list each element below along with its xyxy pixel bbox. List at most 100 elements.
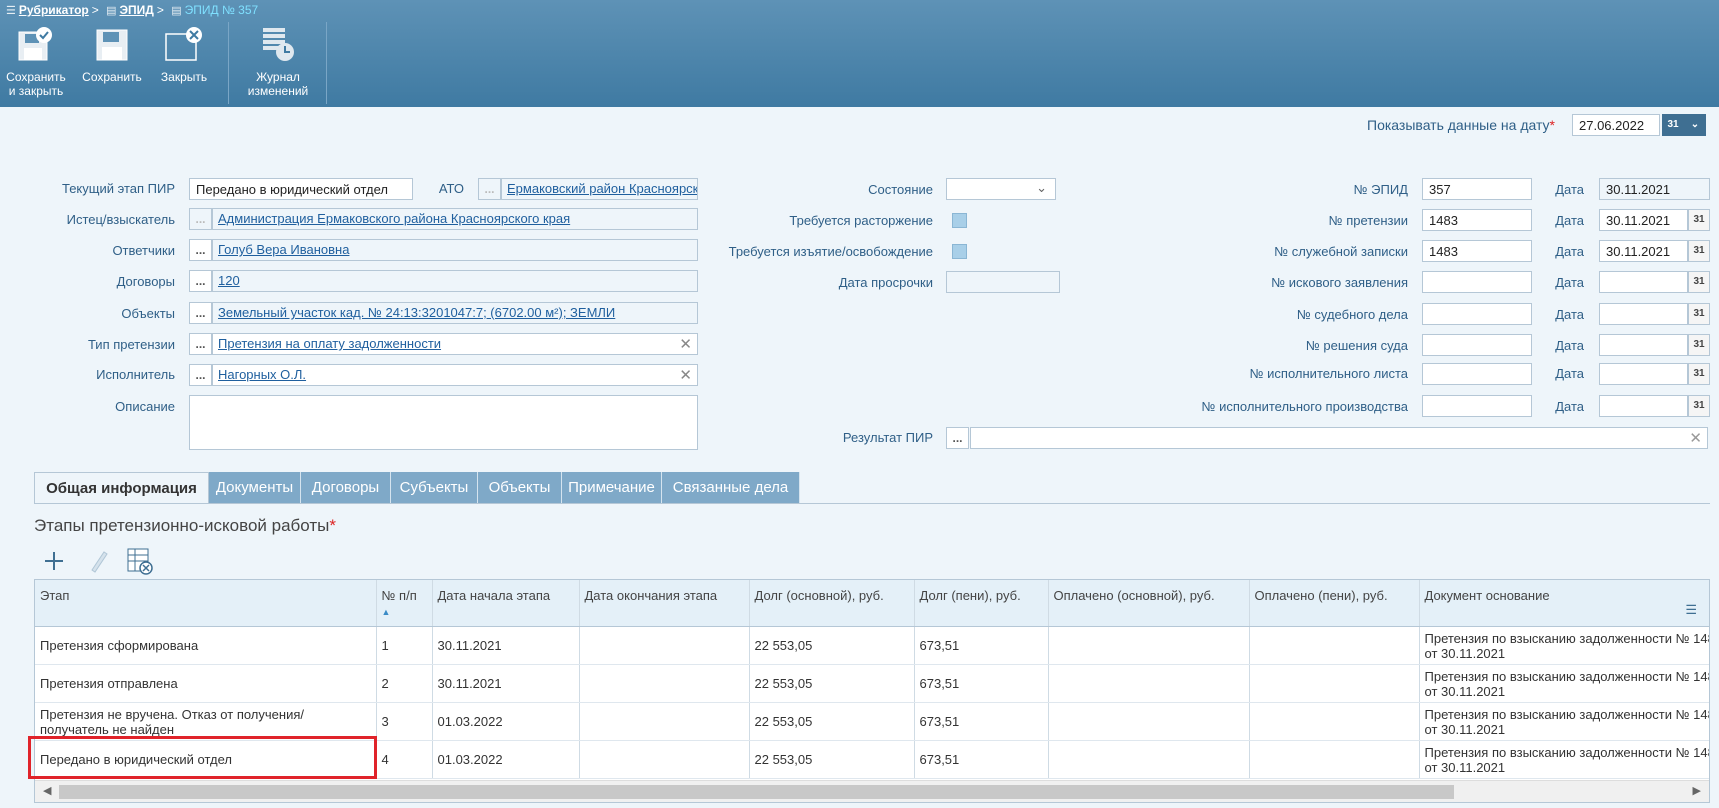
scroll-left-icon[interactable]: ◀: [43, 784, 51, 797]
plaintiff-field[interactable]: Администрация Ермаковского района Красно…: [212, 208, 698, 230]
decision-date-label: Дата: [1555, 338, 1584, 353]
cell-start-date: 01.03.2022: [432, 740, 580, 779]
seizure-label: Требуется изъятие/освобождение: [728, 244, 933, 259]
chevron-down-icon[interactable]: ⌄: [1684, 114, 1706, 136]
termination-checkbox[interactable]: [952, 213, 967, 228]
result-picker-button[interactable]: ...: [946, 427, 969, 449]
tab-contracts[interactable]: Договоры: [301, 472, 391, 504]
executor-field[interactable]: Нагорных О.Л. ✕: [212, 364, 698, 386]
calendar-icon[interactable]: 31: [1688, 271, 1710, 293]
cell-paid-penalty: [1249, 626, 1420, 665]
breadcrumb-rubricator[interactable]: Рубрикатор: [19, 3, 89, 17]
column-header-stage[interactable]: Этап: [35, 580, 377, 627]
cell-paid-penalty: [1249, 740, 1420, 779]
lawsuit-date-field[interactable]: [1599, 271, 1688, 293]
claim-type-picker-button[interactable]: ...: [189, 333, 212, 355]
executor-picker-button[interactable]: ...: [189, 364, 212, 386]
claim-type-label: Тип претензии: [87, 337, 175, 352]
memo-date-label: Дата: [1555, 244, 1584, 259]
proceeding-number-field[interactable]: [1422, 395, 1532, 417]
decision-number-field[interactable]: [1422, 334, 1532, 356]
save-button[interactable]: Сохранить: [78, 22, 146, 104]
defendants-picker-button[interactable]: ...: [189, 239, 212, 261]
tab-notes[interactable]: Примечание: [562, 472, 662, 504]
save-close-label-2: и закрыть: [8, 84, 64, 98]
column-header-end-date[interactable]: Дата окончания этапа: [579, 580, 750, 627]
contracts-picker-button[interactable]: ...: [189, 270, 212, 292]
grid-settings-icon[interactable]: [126, 547, 154, 575]
memo-date-field[interactable]: 30.11.2021: [1599, 240, 1688, 262]
calendar-icon[interactable]: 31: [1662, 114, 1684, 136]
cell-debt-main: 22 553,05: [749, 702, 915, 741]
clear-icon[interactable]: ✕: [679, 366, 692, 384]
calendar-icon[interactable]: 31: [1688, 363, 1710, 385]
cell-debt-penalty: 673,51: [914, 626, 1049, 665]
cell-debt-main: 22 553,05: [749, 664, 915, 703]
proceeding-date-field[interactable]: [1599, 395, 1688, 417]
edit-icon[interactable]: [86, 548, 110, 574]
tab-subjects[interactable]: Субъекты: [391, 472, 478, 504]
description-textarea[interactable]: [189, 395, 698, 450]
defendants-field[interactable]: Голуб Вера Ивановна: [212, 239, 698, 261]
cell-basis-document: Претензия по взысканию задолженности № 1…: [1419, 626, 1709, 665]
table-row[interactable]: Претензия отправлена 2 30.11.2021 22 553…: [35, 664, 1709, 703]
overdue-label: Дата просрочки: [838, 275, 933, 290]
scrollbar-thumb[interactable]: [59, 785, 1454, 799]
objects-picker-button[interactable]: ...: [189, 302, 212, 324]
tab-divider: [34, 503, 1710, 504]
add-icon[interactable]: [42, 549, 66, 573]
column-header-paid-main[interactable]: Оплачено (основной), руб.: [1048, 580, 1250, 627]
contracts-field[interactable]: 120: [212, 270, 698, 292]
overdue-date-field: [946, 271, 1060, 293]
clear-icon[interactable]: ✕: [679, 335, 692, 353]
column-header-paid-penalty[interactable]: Оплачено (пени), руб.: [1249, 580, 1420, 627]
result-field[interactable]: ✕: [970, 427, 1708, 449]
column-header-debt-penalty[interactable]: Долг (пени), руб.: [914, 580, 1049, 627]
ato-field[interactable]: Ермаковский район Красноярского края: [501, 178, 698, 200]
writ-number-field[interactable]: [1422, 363, 1532, 385]
lawsuit-number-field[interactable]: [1422, 271, 1532, 293]
calendar-icon[interactable]: 31: [1688, 395, 1710, 417]
column-header-debt-main[interactable]: Долг (основной), руб.: [749, 580, 915, 627]
tab-documents[interactable]: Документы: [209, 472, 301, 504]
epid-number-field[interactable]: 357: [1422, 178, 1532, 200]
breadcrumb-epid[interactable]: ЭПИД: [120, 3, 154, 17]
table-row[interactable]: Претензия не вручена. Отказ от получения…: [35, 702, 1709, 741]
close-window-icon: [165, 27, 202, 61]
tab-objects[interactable]: Объекты: [478, 472, 562, 504]
horizontal-scrollbar[interactable]: ◀ ▶: [35, 780, 1709, 802]
seizure-checkbox[interactable]: [952, 244, 967, 259]
tab-general-info[interactable]: Общая информация: [34, 472, 209, 504]
table-row[interactable]: Претензия сформирована 1 30.11.2021 22 5…: [35, 626, 1709, 665]
calendar-icon[interactable]: 31: [1688, 334, 1710, 356]
claim-type-field[interactable]: Претензия на оплату задолженности ✕: [212, 333, 698, 355]
proceeding-date-label: Дата: [1555, 399, 1584, 414]
cell-end-date: [579, 702, 750, 741]
memo-number-field[interactable]: 1483: [1422, 240, 1532, 262]
clear-icon[interactable]: ✕: [1689, 429, 1702, 447]
column-header-basis-document[interactable]: Документ основание ☰: [1419, 580, 1709, 627]
save-and-close-button[interactable]: Сохранить и закрыть: [2, 22, 70, 104]
column-header-start-date[interactable]: Дата начала этапа: [432, 580, 580, 627]
change-journal-button[interactable]: Журнал изменений: [238, 22, 318, 104]
claim-date-field[interactable]: 30.11.2021: [1599, 209, 1688, 231]
plaintiff-label: Истец/взыскатель: [66, 212, 175, 227]
case-number-field[interactable]: [1422, 303, 1532, 325]
decision-date-field[interactable]: [1599, 334, 1688, 356]
calendar-icon[interactable]: 31: [1688, 303, 1710, 325]
calendar-icon[interactable]: 31: [1688, 209, 1710, 231]
calendar-icon[interactable]: 31: [1688, 240, 1710, 262]
save-close-icon: [18, 27, 52, 61]
date-filter-input[interactable]: 27.06.2022: [1572, 114, 1660, 136]
writ-date-field[interactable]: [1599, 363, 1688, 385]
toolbar-divider: [326, 22, 327, 104]
claim-number-field[interactable]: 1483: [1422, 209, 1532, 231]
close-button[interactable]: Закрыть: [154, 22, 214, 104]
objects-field[interactable]: Земельный участок кад. № 24:13:3201047:7…: [212, 302, 698, 324]
tab-related-cases[interactable]: Связанные дела: [662, 472, 800, 504]
case-date-field[interactable]: [1599, 303, 1688, 325]
state-select[interactable]: ⌄: [946, 178, 1056, 200]
column-menu-icon[interactable]: ☰: [1685, 602, 1697, 618]
column-header-number[interactable]: № п/п ▲: [376, 580, 433, 627]
scroll-right-icon[interactable]: ▶: [1693, 784, 1701, 797]
